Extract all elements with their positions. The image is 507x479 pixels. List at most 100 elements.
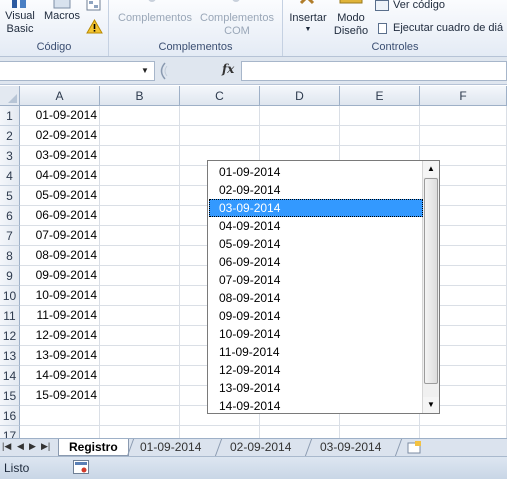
cell-a10[interactable]: 10-09-2014 xyxy=(20,286,100,306)
cell-b12[interactable] xyxy=(100,326,180,346)
next-sheet-arrow-icon[interactable]: ▶ xyxy=(29,441,36,452)
cell-a4[interactable]: 04-09-2014 xyxy=(20,166,100,186)
complementos-button[interactable]: Complementos xyxy=(114,12,196,25)
row-header-3[interactable]: 3 xyxy=(0,146,20,166)
cell-a14[interactable]: 14-09-2014 xyxy=(20,366,100,386)
listbox-scrollbar[interactable]: ▲ ▼ xyxy=(422,161,439,413)
listbox-item[interactable]: 07-09-2014 xyxy=(209,271,423,289)
row-header-8[interactable]: 8 xyxy=(0,246,20,266)
cell-b10[interactable] xyxy=(100,286,180,306)
formula-input[interactable] xyxy=(241,61,507,81)
row-header-11[interactable]: 11 xyxy=(0,306,20,326)
insertar-button[interactable]: Insertar ▼ xyxy=(286,12,330,34)
record-macro-status-icon[interactable] xyxy=(73,460,89,474)
macro-security-warning-icon[interactable] xyxy=(86,19,103,34)
cell-b15[interactable] xyxy=(100,386,180,406)
cell-b6[interactable] xyxy=(100,206,180,226)
select-all-corner[interactable] xyxy=(0,86,20,106)
cell-b13[interactable] xyxy=(100,346,180,366)
cell-a13[interactable]: 13-09-2014 xyxy=(20,346,100,366)
column-header-d[interactable]: D xyxy=(260,86,340,106)
row-header-9[interactable]: 9 xyxy=(0,266,20,286)
row-header-2[interactable]: 2 xyxy=(0,126,20,146)
insert-function-icon[interactable]: fx xyxy=(222,62,234,76)
listbox-item[interactable]: 01-09-2014 xyxy=(209,163,423,181)
cell-b9[interactable] xyxy=(100,266,180,286)
row-header-16[interactable]: 16 xyxy=(0,406,20,426)
listbox-item[interactable]: 14-09-2014 xyxy=(209,397,423,415)
listbox-item[interactable]: 10-09-2014 xyxy=(209,325,423,343)
tab-registro[interactable]: Registro xyxy=(58,439,129,456)
row-header-14[interactable]: 14 xyxy=(0,366,20,386)
cell-b2[interactable] xyxy=(100,126,180,146)
cell-e17[interactable] xyxy=(340,426,420,438)
tab-02-09-2014[interactable]: 02-09-2014 xyxy=(220,439,301,456)
cell-a3[interactable]: 03-09-2014 xyxy=(20,146,100,166)
row-header-12[interactable]: 12 xyxy=(0,326,20,346)
tab-01-09-2014[interactable]: 01-09-2014 xyxy=(130,439,211,456)
cell-d2[interactable] xyxy=(260,126,340,146)
row-header-1[interactable]: 1 xyxy=(0,106,20,126)
row-header-5[interactable]: 5 xyxy=(0,186,20,206)
row-header-4[interactable]: 4 xyxy=(0,166,20,186)
cell-f17[interactable] xyxy=(420,426,507,438)
row-header-6[interactable]: 6 xyxy=(0,206,20,226)
cell-f2[interactable] xyxy=(420,126,507,146)
scrollbar-thumb[interactable] xyxy=(424,178,438,384)
listbox-item[interactable]: 05-09-2014 xyxy=(209,235,423,253)
chevron-down-icon[interactable]: ▼ xyxy=(141,66,149,75)
first-sheet-arrow-icon[interactable]: |◀ xyxy=(2,441,11,452)
row-header-10[interactable]: 10 xyxy=(0,286,20,306)
column-header-e[interactable]: E xyxy=(340,86,420,106)
cell-b11[interactable] xyxy=(100,306,180,326)
cell-d1[interactable] xyxy=(260,106,340,126)
row-header-7[interactable]: 7 xyxy=(0,226,20,246)
listbox-item[interactable]: 11-09-2014 xyxy=(209,343,423,361)
cell-c2[interactable] xyxy=(180,126,260,146)
cell-a9[interactable]: 09-09-2014 xyxy=(20,266,100,286)
cell-a7[interactable]: 07-09-2014 xyxy=(20,226,100,246)
listbox-item[interactable]: 13-09-2014 xyxy=(209,379,423,397)
cell-d17[interactable] xyxy=(260,426,340,438)
cell-a5[interactable]: 05-09-2014 xyxy=(20,186,100,206)
row-header-15[interactable]: 15 xyxy=(0,386,20,406)
cell-a1[interactable]: 01-09-2014 xyxy=(20,106,100,126)
listbox-item[interactable]: 08-09-2014 xyxy=(209,289,423,307)
tab-03-09-2014[interactable]: 03-09-2014 xyxy=(310,439,391,456)
column-header-c[interactable]: C xyxy=(180,86,260,106)
cell-f1[interactable] xyxy=(420,106,507,126)
cell-b17[interactable] xyxy=(100,426,180,438)
cell-b1[interactable] xyxy=(100,106,180,126)
cell-a11[interactable]: 11-09-2014 xyxy=(20,306,100,326)
cell-a8[interactable]: 08-09-2014 xyxy=(20,246,100,266)
scroll-down-arrow-icon[interactable]: ▼ xyxy=(423,397,439,413)
cell-a17[interactable] xyxy=(20,426,100,438)
listbox-item[interactable]: 12-09-2014 xyxy=(209,361,423,379)
cell-e1[interactable] xyxy=(340,106,420,126)
row-header-17[interactable]: 17 xyxy=(0,426,20,438)
cell-a12[interactable]: 12-09-2014 xyxy=(20,326,100,346)
cell-a6[interactable]: 06-09-2014 xyxy=(20,206,100,226)
record-macro-icon[interactable] xyxy=(86,0,102,12)
complementos-com-button[interactable]: Complementos COM xyxy=(197,12,277,38)
ejecutar-cuadro-button[interactable]: Ejecutar cuadro de diá xyxy=(378,22,503,35)
cell-b8[interactable] xyxy=(100,246,180,266)
column-header-f[interactable]: F xyxy=(420,86,507,106)
cell-b16[interactable] xyxy=(100,406,180,426)
name-box[interactable] xyxy=(0,61,155,81)
modo-diseno-button[interactable]: Modo Diseño xyxy=(331,12,371,38)
row-header-13[interactable]: 13 xyxy=(0,346,20,366)
listbox-item[interactable]: 02-09-2014 xyxy=(209,181,423,199)
cell-a2[interactable]: 02-09-2014 xyxy=(20,126,100,146)
macros-button[interactable]: Macros xyxy=(42,0,82,28)
insert-sheet-icon[interactable] xyxy=(405,441,423,454)
prev-sheet-arrow-icon[interactable]: ◀ xyxy=(17,441,24,452)
listbox-item[interactable]: 09-09-2014 xyxy=(209,307,423,325)
cell-a15[interactable]: 15-09-2014 xyxy=(20,386,100,406)
cell-b7[interactable] xyxy=(100,226,180,246)
cell-b4[interactable] xyxy=(100,166,180,186)
column-header-a[interactable]: A xyxy=(20,86,100,106)
cell-a16[interactable] xyxy=(20,406,100,426)
cell-b14[interactable] xyxy=(100,366,180,386)
listbox-item[interactable]: 06-09-2014 xyxy=(209,253,423,271)
